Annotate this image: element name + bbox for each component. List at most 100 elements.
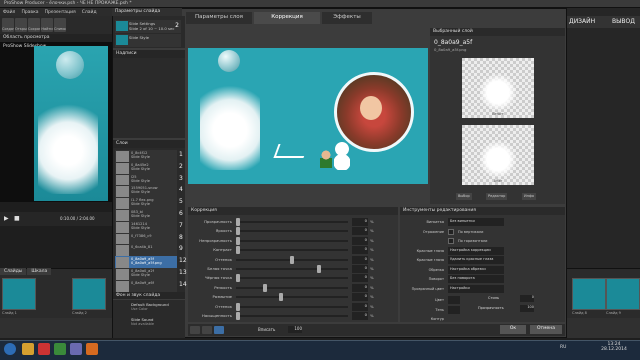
slide-settings-item[interactable]: Slide Settings Slide 2 of 10 ~ 10.0 sec 2	[115, 20, 181, 33]
app-icon[interactable]	[86, 343, 98, 355]
tab-correction[interactable]: Коррекция	[254, 12, 320, 24]
tab-design[interactable]: ДИЗАЙН	[569, 18, 595, 25]
zoom-field[interactable]: 100	[288, 326, 302, 333]
slider-knob[interactable]	[236, 236, 240, 245]
slider-knob[interactable]	[236, 246, 240, 255]
editing-button[interactable]: Настройка коррекции	[448, 246, 504, 255]
correction-slider[interactable]	[236, 239, 348, 242]
stop-icon[interactable]	[214, 326, 224, 334]
correction-slider[interactable]	[236, 277, 348, 280]
explorer-icon[interactable]	[22, 343, 34, 355]
correction-value[interactable]: 0	[352, 236, 368, 245]
play-icon[interactable]	[202, 326, 212, 334]
correction-value[interactable]: 0	[352, 218, 368, 226]
layer-thumb	[116, 198, 129, 210]
slider-knob[interactable]	[263, 283, 267, 292]
editing-button[interactable]: Удалить красные глаза	[448, 256, 504, 264]
fit-label[interactable]: Вписать	[258, 327, 275, 332]
tab-slides[interactable]: Слайды	[0, 268, 27, 275]
correction-slider[interactable]	[236, 296, 348, 299]
layer-item[interactable]: 0_8a0a9_a6f	[115, 279, 177, 293]
correction-value[interactable]: 0	[352, 312, 368, 320]
checkbox[interactable]	[448, 238, 454, 244]
editing-button[interactable]: Без виньетки	[448, 218, 504, 226]
snapshot-button[interactable]: Снимок	[54, 18, 66, 32]
correction-value[interactable]: 0	[352, 255, 368, 264]
opacity-value[interactable]: 100	[520, 305, 534, 312]
percent-sign: %	[370, 294, 374, 300]
correction-value[interactable]: 0	[352, 283, 368, 292]
app-icon[interactable]	[38, 343, 50, 355]
cancel-button[interactable]: Отмена	[530, 325, 562, 334]
slider-knob[interactable]	[236, 302, 240, 311]
correction-label: Насыщенность	[201, 313, 232, 318]
tree-thumb-before	[480, 66, 516, 110]
menu-file[interactable]: Файл	[3, 10, 15, 15]
slider-knob[interactable]	[236, 274, 240, 283]
ok-button[interactable]: Ок	[500, 325, 526, 334]
editing-button[interactable]: Настройки	[448, 284, 504, 293]
slider-knob[interactable]	[317, 265, 321, 273]
slide-label-2: Слайд 2	[72, 311, 87, 315]
tab-layer-settings[interactable]: Параметры слоя	[186, 12, 252, 24]
slide-thumb-1[interactable]	[2, 278, 36, 310]
tab-output[interactable]: ВЫВОД	[612, 18, 635, 25]
correction-value[interactable]: 0	[352, 246, 368, 255]
correction-slider[interactable]	[236, 286, 348, 289]
editing-button[interactable]: Настройка обрезки	[448, 265, 504, 274]
prev-icon[interactable]	[190, 326, 200, 334]
layers-header: Слои	[113, 140, 185, 148]
info-button[interactable]: Инфо	[522, 193, 537, 200]
slider-knob[interactable]	[279, 293, 284, 302]
elf-figure	[320, 148, 332, 168]
save-button[interactable]: Сохранить	[28, 18, 40, 32]
snow-globe	[218, 50, 240, 72]
correction-slider[interactable]	[236, 221, 348, 223]
app-icon[interactable]	[54, 343, 66, 355]
language-indicator[interactable]: RU	[560, 345, 566, 350]
editing-button[interactable]: Без поворота	[448, 275, 504, 283]
start-button[interactable]	[4, 343, 16, 355]
correction-value[interactable]: 0	[352, 265, 368, 273]
correction-slider[interactable]	[236, 315, 348, 317]
slide-thumb-9[interactable]	[606, 278, 640, 310]
find-button[interactable]: Найти	[41, 18, 53, 32]
correction-value[interactable]: 0	[352, 274, 368, 283]
editing-label: Красные глаза	[416, 248, 444, 253]
slide-thumb-2[interactable]	[72, 278, 106, 310]
app-icon[interactable]	[70, 343, 82, 355]
slider-knob[interactable]	[236, 218, 240, 226]
right-pane	[567, 8, 640, 268]
slide-thumb-8[interactable]	[572, 278, 606, 310]
correction-value[interactable]: 0	[352, 293, 368, 302]
color-swatch[interactable]	[448, 296, 460, 304]
correction-slider[interactable]	[236, 249, 348, 252]
menu-edit[interactable]: Правка	[21, 10, 38, 15]
layer-thumb	[116, 162, 129, 174]
slider-knob[interactable]	[236, 312, 240, 320]
slide-canvas[interactable]	[188, 48, 428, 184]
preview-canvas[interactable]	[34, 46, 108, 201]
menu-slide[interactable]: Слайд	[82, 10, 97, 15]
shadow-swatch[interactable]	[448, 306, 460, 314]
tab-effects[interactable]: Эффекты	[322, 12, 372, 24]
slide-style-item[interactable]: Slide Style	[115, 34, 181, 47]
correction-value[interactable]: 0	[352, 227, 368, 236]
slider-knob[interactable]	[290, 255, 294, 264]
new-button[interactable]: Создать	[2, 18, 14, 32]
play-icon[interactable]: ▶	[4, 215, 9, 222]
correction-value[interactable]: 0	[352, 302, 368, 311]
style-value[interactable]: 0	[520, 295, 534, 302]
checkbox[interactable]	[448, 228, 454, 235]
correction-slider[interactable]	[236, 230, 348, 233]
select-button[interactable]: Выбор	[456, 193, 472, 200]
stop-icon[interactable]: ■	[14, 215, 20, 222]
open-button[interactable]: Открыть	[15, 18, 27, 32]
tab-timeline[interactable]: Шкала	[27, 268, 52, 275]
correction-slider[interactable]	[236, 305, 348, 308]
editor-button[interactable]: Редактор	[486, 193, 508, 200]
correction-slider[interactable]	[236, 268, 348, 270]
slider-knob[interactable]	[236, 227, 240, 236]
deer-silhouette	[273, 144, 309, 158]
menu-show[interactable]: Презентация	[45, 10, 76, 15]
